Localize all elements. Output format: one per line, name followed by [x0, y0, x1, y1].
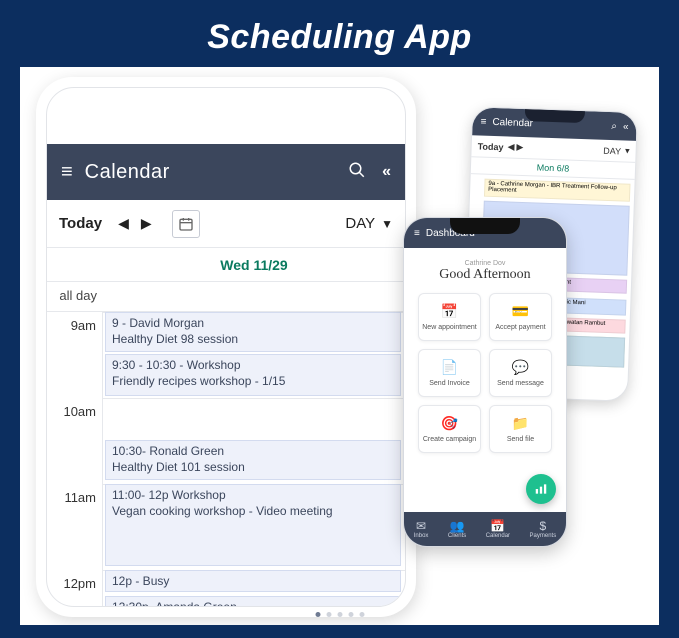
menu-icon[interactable]: ≡ — [61, 161, 73, 184]
allday-label: all day — [47, 288, 103, 303]
dashboard-tile[interactable]: 📁 Send file — [489, 405, 552, 453]
greeting: Good Afternoon — [404, 267, 566, 283]
day-grid[interactable]: 9am 10am 11am 12pm 9 - David Morgan — [47, 312, 405, 607]
dashboard-tile[interactable]: 📄 Send Invoice — [418, 349, 481, 397]
dashboard-tile[interactable]: 🎯 Create campaign — [418, 405, 481, 453]
nav-icon: 👥 — [448, 519, 466, 533]
event-slot[interactable]: 11:00- 12p Workshop Vegan cooking worksh… — [105, 484, 401, 566]
collapse-icon[interactable]: « — [623, 121, 629, 132]
nav-prev-icon[interactable]: ◀ — [507, 141, 514, 152]
canvas: ≡ Calendar ⌕« Today ◀ ▶ DAY▾ Mon 6/8 9a … — [20, 67, 659, 625]
nav-title: Calendar — [85, 161, 170, 184]
tile-icon: 📄 — [441, 359, 458, 376]
tile-icon: 📅 — [441, 303, 458, 320]
view-label[interactable]: DAY — [603, 145, 621, 156]
event-slot[interactable]: 9:30 - 10:30 - Workshop Friendly recipes… — [105, 354, 401, 396]
hour-label: 10am — [63, 404, 96, 419]
tile-label: Send message — [497, 380, 544, 387]
nav-icon: 📅 — [486, 519, 510, 533]
bottom-nav-item[interactable]: $Payments — [530, 519, 557, 539]
bottom-nav-item[interactable]: 👥Clients — [448, 519, 466, 539]
tile-icon: 🎯 — [441, 415, 458, 432]
tile-label: Send Invoice — [429, 380, 469, 387]
toolbar: Today ◀ ▶ DAY ▼ — [47, 200, 405, 248]
hour-label: 9am — [71, 318, 96, 333]
nav-icon: ✉ — [414, 519, 429, 533]
nav-icon: $ — [530, 519, 557, 533]
nav-label: Payments — [530, 533, 557, 539]
today-button[interactable]: Today — [59, 215, 102, 232]
menu-icon[interactable]: ≡ — [414, 228, 420, 239]
today-link[interactable]: Today — [478, 141, 504, 152]
greeting-subtitle: Cathrine Dov — [404, 260, 566, 267]
event-slot[interactable]: 12p - Busy — [105, 570, 401, 592]
fab-button[interactable] — [526, 474, 556, 504]
tile-icon: 💳 — [512, 303, 529, 320]
view-mode-label[interactable]: DAY — [345, 215, 375, 232]
bottom-nav-item[interactable]: 📅Calendar — [486, 519, 510, 539]
hour-label: 12pm — [63, 576, 96, 591]
nav-next-icon[interactable]: ▶ — [516, 142, 523, 153]
nav-prev-icon[interactable]: ◀ — [112, 215, 135, 232]
date-picker-button[interactable] — [172, 210, 200, 238]
event-slot[interactable]: 9 - David Morgan Healthy Diet 98 session — [105, 312, 401, 352]
navbar: ≡ Calendar « — [47, 144, 405, 200]
tile-icon: 📁 — [512, 415, 529, 432]
search-icon[interactable]: ⌕ — [611, 121, 617, 132]
phone-calendar-main: ≡ Calendar « Today ◀ ▶ — [36, 77, 416, 617]
chevron-down-icon[interactable]: ▾ — [625, 146, 630, 157]
tile-icon: 💬 — [512, 359, 529, 376]
event-slot[interactable]: 10:30- Ronald Green Healthy Diet 101 ses… — [105, 440, 401, 480]
tile-label: Send file — [507, 436, 534, 443]
nav-next-icon[interactable]: ▶ — [135, 215, 158, 232]
dashboard-tile[interactable]: 💳 Accept payment — [489, 293, 552, 341]
event-slot[interactable]: 12:30p- Amanda Green Introduction phone … — [105, 596, 401, 607]
nav-label: Inbox — [414, 533, 429, 539]
menu-icon[interactable]: ≡ — [480, 116, 486, 127]
dashboard-tile[interactable]: 📅 New appointment — [418, 293, 481, 341]
allday-row: all day — [47, 282, 405, 312]
search-icon[interactable] — [348, 161, 366, 184]
event-slot-small[interactable]: 9a - Cathrine Morgan - IBR Treatment Fol… — [484, 179, 631, 202]
nav-label: Clients — [448, 533, 466, 539]
collapse-icon[interactable]: « — [382, 163, 391, 181]
nav-label: Calendar — [486, 533, 510, 539]
page-title: Scheduling App — [20, 18, 659, 57]
date-header: Wed 11/29 — [47, 248, 405, 282]
dashboard-tile[interactable]: 💬 Send message — [489, 349, 552, 397]
hour-label: 11am — [64, 490, 96, 505]
phone-dashboard: ≡ Dashboard Cathrine Dov Good Afternoon … — [403, 217, 567, 547]
bottom-nav-item[interactable]: ✉Inbox — [414, 519, 429, 539]
chevron-down-icon[interactable]: ▼ — [381, 217, 393, 231]
tile-label: New appointment — [422, 324, 476, 331]
tile-label: Accept payment — [495, 324, 545, 331]
tile-label: Create campaign — [423, 436, 476, 443]
carousel-dots[interactable] — [315, 612, 364, 617]
